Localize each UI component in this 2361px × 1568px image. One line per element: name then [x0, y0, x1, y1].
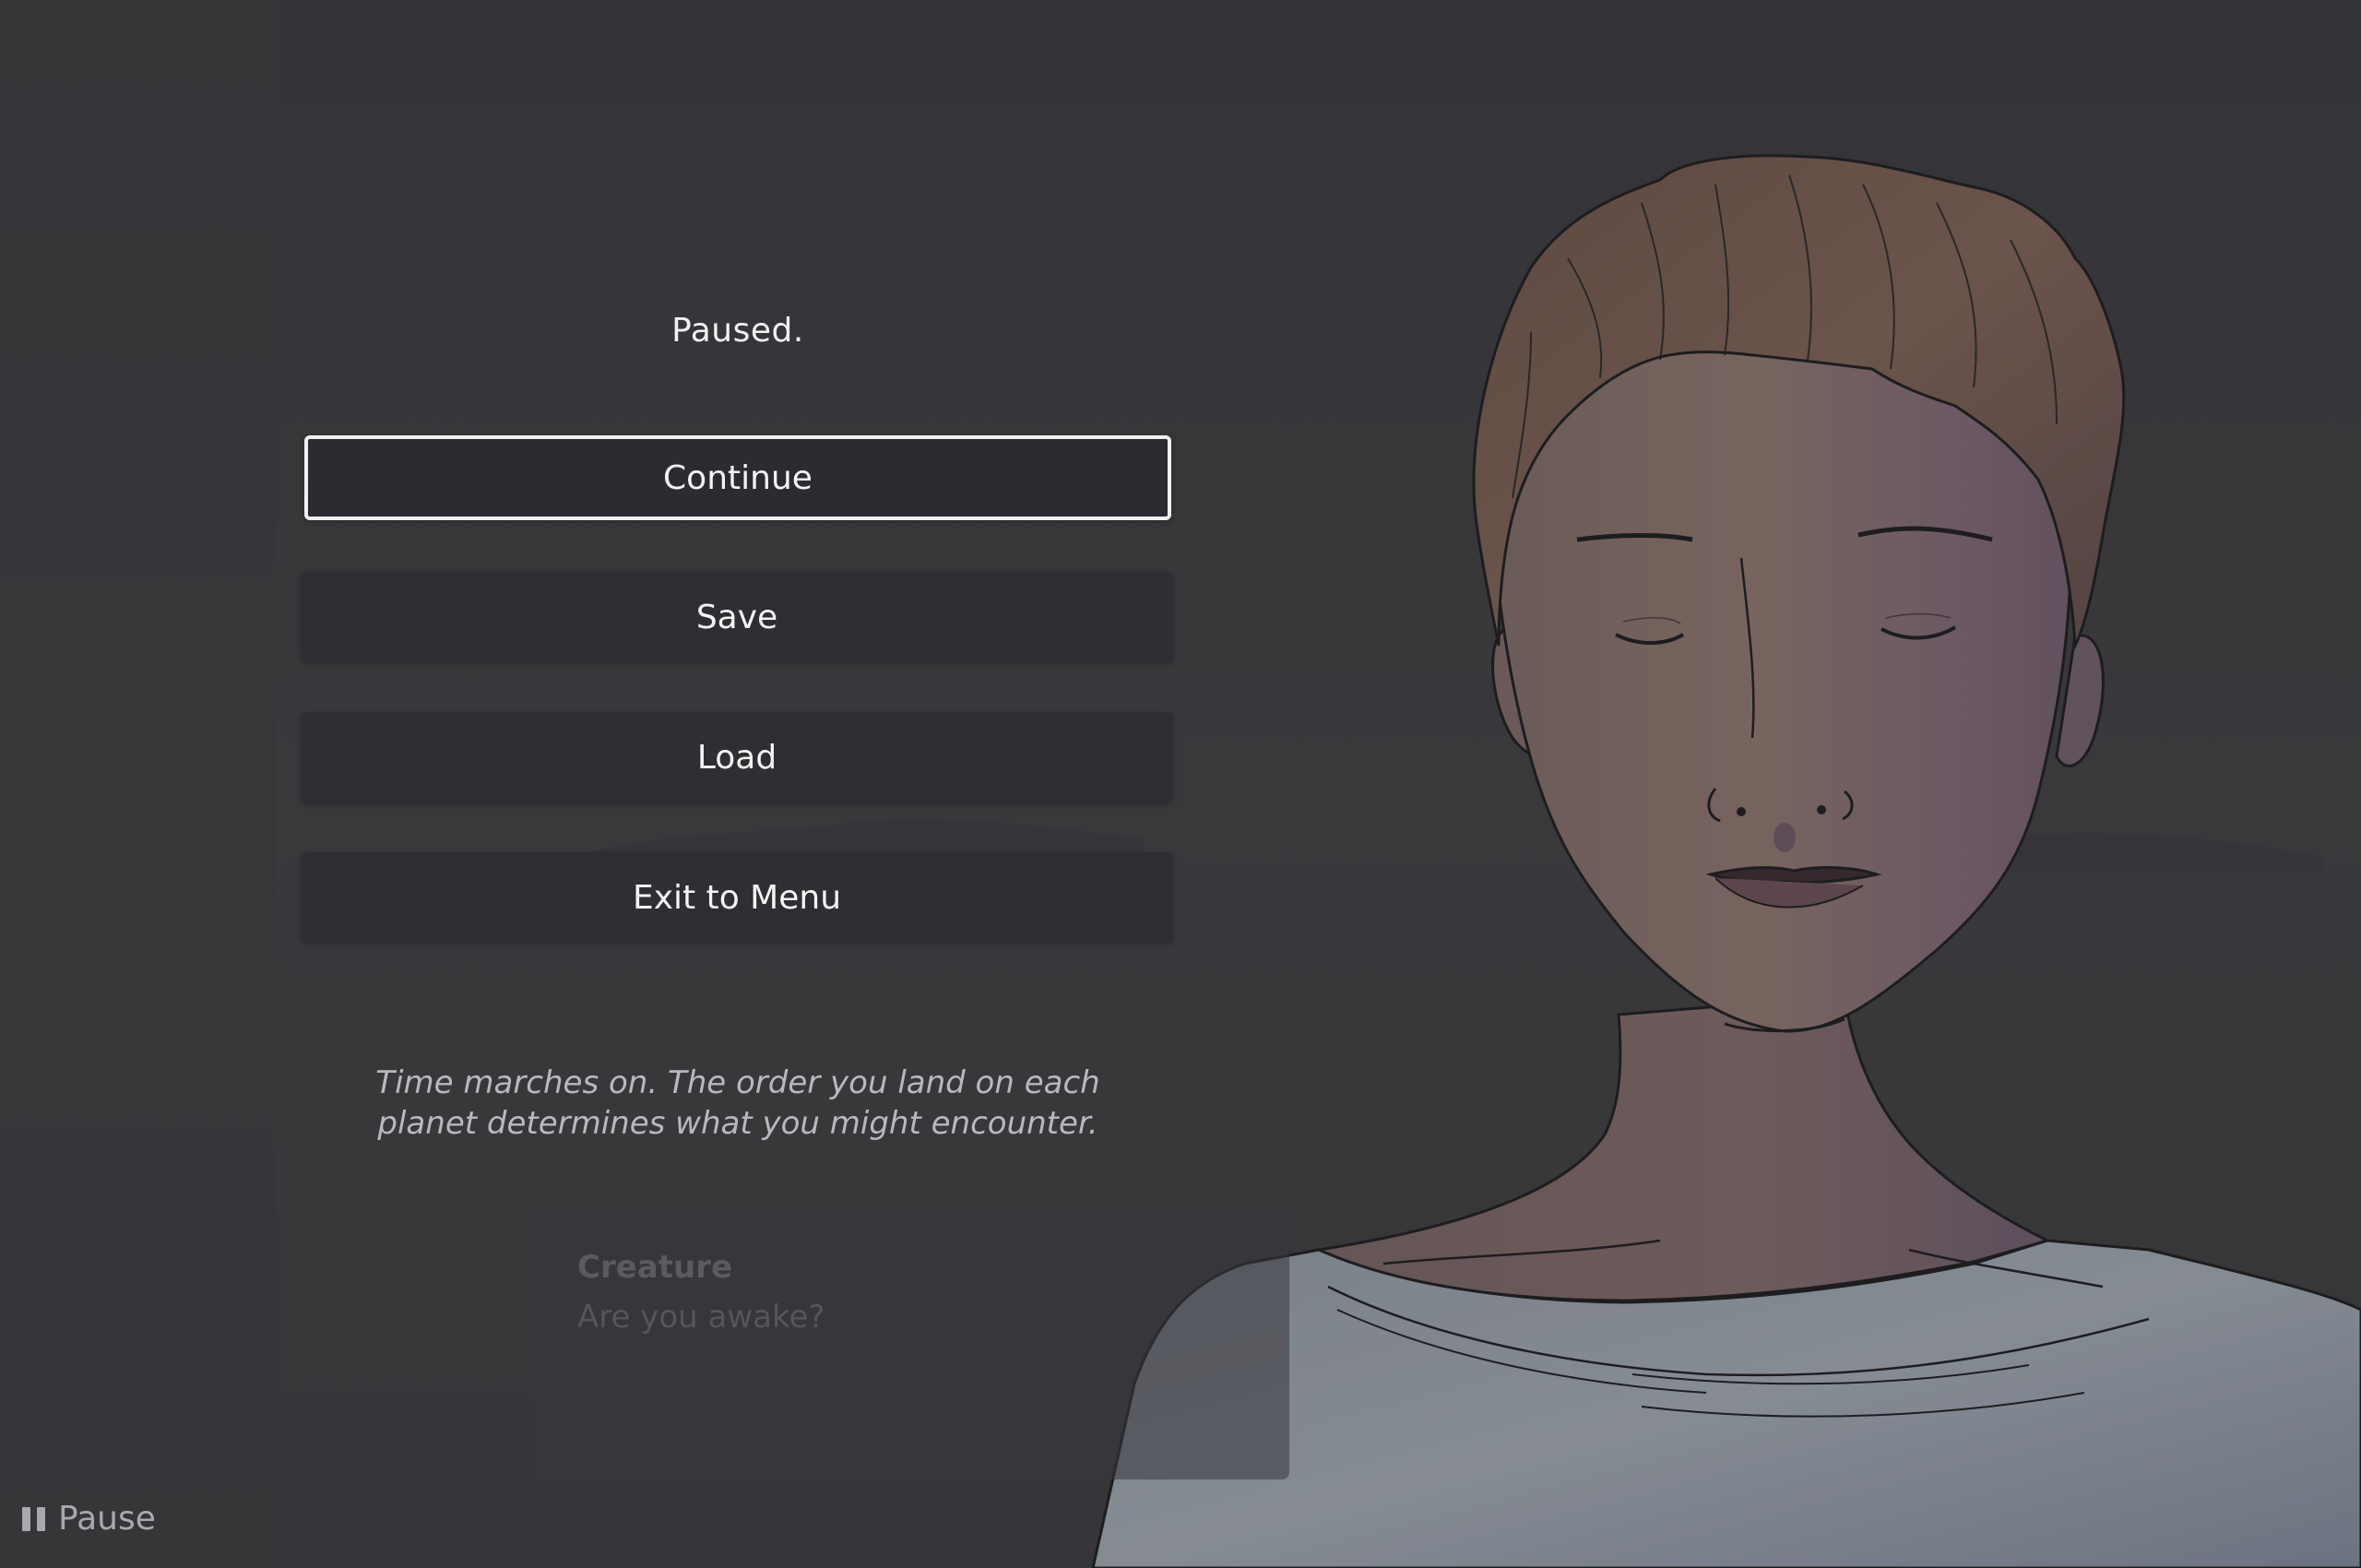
dialogue-speaker: Creature	[577, 1249, 733, 1286]
dialogue-line: Are you awake?	[577, 1299, 825, 1336]
pause-menu: Paused. Continue Save Load Exit to Menu …	[267, 277, 1208, 1199]
load-button[interactable]: Load	[301, 712, 1173, 802]
pause-label: Pause	[58, 1500, 156, 1538]
hint-text: Time marches on. The order you land on e…	[375, 1064, 1100, 1142]
save-button[interactable]: Save	[301, 572, 1173, 662]
continue-button[interactable]: Continue	[304, 435, 1171, 520]
pause-indicator[interactable]: Pause	[22, 1500, 156, 1538]
exit-to-menu-button[interactable]: Exit to Menu	[301, 852, 1173, 943]
paused-title: Paused.	[671, 312, 804, 350]
pause-icon	[22, 1506, 45, 1531]
dialogue-box: Creature Are you awake?	[533, 1210, 1289, 1479]
